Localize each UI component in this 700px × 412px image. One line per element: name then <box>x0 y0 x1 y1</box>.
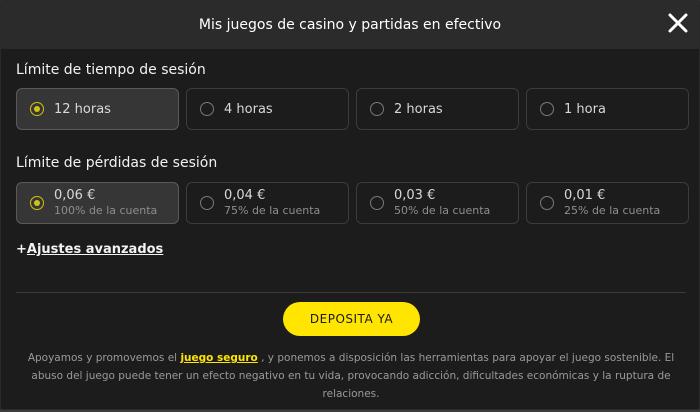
notice-text-start: Apoyamos y promovemos el <box>27 352 178 364</box>
close-icon <box>668 13 688 33</box>
radio-icon <box>370 102 384 116</box>
time-option-1h[interactable]: 1 hora <box>526 88 689 130</box>
time-option-label: 4 horas <box>224 101 273 117</box>
session-time-title: Límite de tiempo de sesión <box>16 62 206 78</box>
loss-option-amount: 0,03 € <box>394 188 436 203</box>
time-option-2h[interactable]: 2 horas <box>356 88 519 130</box>
session-loss-title: Límite de pérdidas de sesión <box>16 155 218 171</box>
modal-dialog: Mis juegos de casino y partidas en efect… <box>0 0 700 410</box>
loss-option-amount: 0,01 € <box>564 188 606 203</box>
loss-option-percent: 75% de la cuenta <box>224 204 321 217</box>
radio-icon <box>370 196 384 210</box>
divider <box>16 292 686 293</box>
time-option-4h[interactable]: 4 horas <box>186 88 349 130</box>
time-option-12h[interactable]: 12 horas <box>16 88 179 130</box>
responsible-gaming-notice: Apoyamos y promovemos el juego seguro , … <box>21 349 681 403</box>
radio-icon <box>540 196 554 210</box>
plus-icon: + <box>16 242 27 257</box>
modal-header: Mis juegos de casino y partidas en efect… <box>1 1 699 49</box>
radio-selected-icon <box>30 102 44 116</box>
loss-option-percent: 50% de la cuenta <box>394 204 491 217</box>
loss-option-100[interactable]: 0,06 € 100% de la cuenta <box>16 182 179 224</box>
radio-selected-icon <box>30 196 44 210</box>
session-time-options: 12 horas 4 horas 2 horas 1 hora <box>16 88 689 130</box>
session-loss-options: 0,06 € 100% de la cuenta 0,04 € 75% de l… <box>16 182 689 224</box>
loss-option-amount: 0,06 € <box>54 188 96 203</box>
loss-option-percent: 100% de la cuenta <box>54 204 158 217</box>
loss-option-25[interactable]: 0,01 € 25% de la cuenta <box>526 182 689 224</box>
loss-option-50[interactable]: 0,03 € 50% de la cuenta <box>356 182 519 224</box>
safe-gaming-link[interactable]: juego seguro <box>180 352 257 364</box>
radio-icon <box>200 196 214 210</box>
advanced-settings-label: Ajustes avanzados <box>26 242 164 257</box>
loss-option-amount: 0,04 € <box>224 188 266 203</box>
deposit-button[interactable]: DEPOSITA YA <box>283 302 420 336</box>
loss-option-75[interactable]: 0,04 € 75% de la cuenta <box>186 182 349 224</box>
advanced-settings-link[interactable]: +Ajustes avanzados <box>16 242 163 257</box>
time-option-label: 12 horas <box>54 101 111 117</box>
time-option-label: 1 hora <box>564 101 606 117</box>
radio-icon <box>540 102 554 116</box>
loss-option-percent: 25% de la cuenta <box>564 204 661 217</box>
modal-title: Mis juegos de casino y partidas en efect… <box>198 17 502 33</box>
radio-icon <box>200 102 214 116</box>
close-button[interactable] <box>667 12 689 34</box>
time-option-label: 2 horas <box>394 101 443 117</box>
